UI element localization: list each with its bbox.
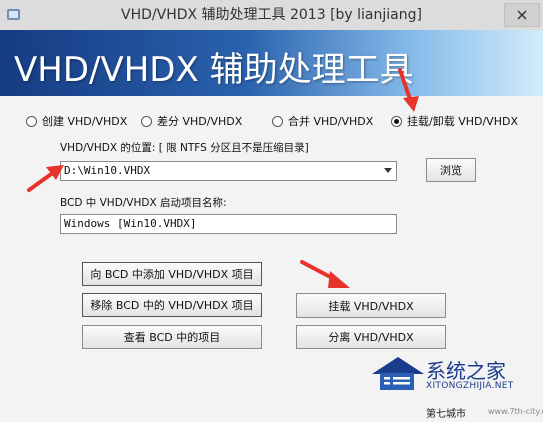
chevron-down-icon[interactable] — [384, 168, 392, 173]
radio-diff[interactable]: 差分 VHD/VHDX — [141, 113, 242, 129]
radio-create[interactable]: 创建 VHD/VHDX — [26, 113, 127, 129]
radio-label: 合并 VHD/VHDX — [288, 115, 374, 128]
watermark-secondary-url: www.7th-city.com — [488, 407, 543, 416]
mount-button[interactable]: 挂载 VHD/VHDX — [296, 293, 446, 318]
house-logo-icon — [372, 357, 424, 390]
close-icon — [517, 10, 527, 20]
banner-title: VHD/VHDX 辅助处理工具 — [14, 50, 414, 90]
annotation-arrow-icon — [27, 165, 64, 192]
radio-button[interactable] — [272, 115, 283, 127]
bcd-name-value: Windows [Win10.VHDX] — [64, 217, 197, 230]
radio-label: 创建 VHD/VHDX — [42, 115, 128, 128]
window-title: VHD/VHDX 辅助处理工具 2013 [by lianjiang] — [121, 7, 422, 23]
browse-button[interactable]: 浏览 — [426, 158, 476, 182]
radio-merge[interactable]: 合并 VHD/VHDX — [272, 113, 373, 129]
annotation-arrow-icon — [300, 260, 350, 288]
add-bcd-button[interactable]: 向 BCD 中添加 VHD/VHDX 项目 — [82, 262, 262, 286]
watermark-secondary-name: 第七城市 — [426, 409, 466, 420]
location-value: D:\Win10.VHDX — [64, 164, 151, 177]
location-combobox[interactable]: D:\Win10.VHDX — [60, 161, 397, 181]
bcd-name-label: BCD 中 VHD/VHDX 启动项目名称: — [60, 197, 227, 209]
detach-button[interactable]: 分离 VHD/VHDX — [296, 325, 446, 349]
radio-button[interactable] — [141, 115, 152, 127]
app-banner: VHD/VHDX 辅助处理工具 — [0, 30, 543, 96]
bcd-name-input[interactable]: Windows [Win10.VHDX] — [60, 214, 397, 234]
location-label: VHD/VHDX 的位置: [ 限 NTFS 分区且不是压缩目录] — [60, 142, 309, 154]
radio-label: 差分 VHD/VHDX — [157, 115, 243, 128]
radio-button-selected[interactable] — [391, 115, 402, 127]
title-bar: VHD/VHDX 辅助处理工具 2013 [by lianjiang] — [0, 0, 543, 31]
annotation-arrow-icon — [398, 68, 419, 112]
remove-bcd-button[interactable]: 移除 BCD 中的 VHD/VHDX 项目 — [82, 293, 262, 317]
watermark-site-name: 系统之家 — [426, 359, 506, 383]
view-bcd-button[interactable]: 查看 BCD 中的项目 — [82, 325, 262, 349]
close-button[interactable] — [504, 3, 540, 27]
site-watermark: 系统之家 XITONGZHIJIA.NET 第七城市 www.7th-city.… — [362, 350, 543, 422]
radio-button[interactable] — [26, 115, 37, 127]
app-window: VHD/VHDX 辅助处理工具 2013 [by lianjiang] VHD/… — [0, 0, 543, 422]
watermark-site-url: XITONGZHIJIA.NET — [426, 381, 514, 391]
